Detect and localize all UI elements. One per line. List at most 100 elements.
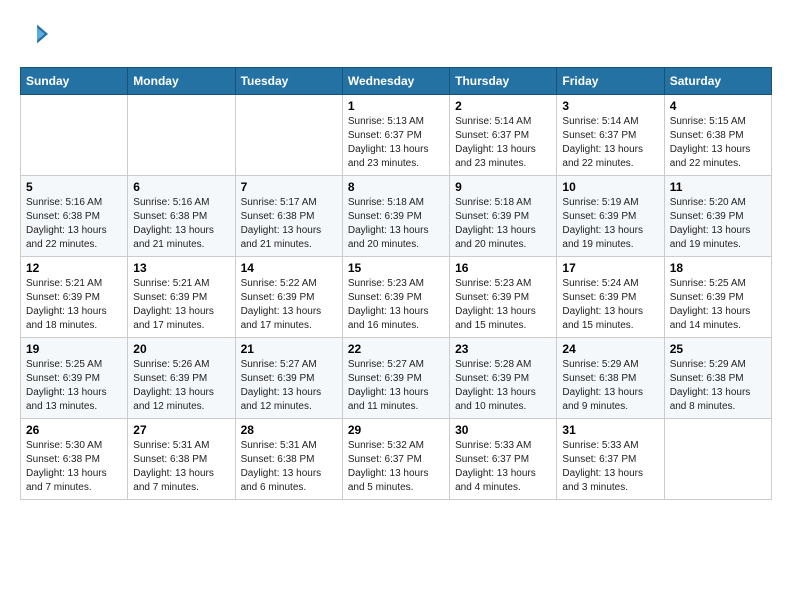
day-header-thursday: Thursday	[450, 68, 557, 95]
day-info: Sunrise: 5:27 AM Sunset: 6:39 PM Dayligh…	[241, 358, 337, 414]
day-info: Sunrise: 5:21 AM Sunset: 6:39 PM Dayligh…	[133, 277, 229, 333]
calendar-cell: 29 Sunrise: 5:32 AM Sunset: 6:37 PM Dayli…	[342, 419, 449, 500]
day-info: Sunrise: 5:28 AM Sunset: 6:39 PM Dayligh…	[455, 358, 551, 414]
day-info: Sunrise: 5:22 AM Sunset: 6:39 PM Dayligh…	[241, 277, 337, 333]
day-info: Sunrise: 5:16 AM Sunset: 6:38 PM Dayligh…	[133, 196, 229, 252]
day-number: 10	[562, 180, 658, 194]
day-number: 27	[133, 423, 229, 437]
day-info: Sunrise: 5:33 AM Sunset: 6:37 PM Dayligh…	[455, 439, 551, 495]
day-number: 12	[26, 261, 122, 275]
calendar-week-row: 19 Sunrise: 5:25 AM Sunset: 6:39 PM Dayli…	[21, 338, 772, 419]
calendar-cell: 16Sunrise: 5:23 AM Sunset: 6:39 PM Dayli…	[450, 257, 557, 338]
day-info: Sunrise: 5:30 AM Sunset: 6:38 PM Dayligh…	[26, 439, 122, 495]
calendar-cell: 28Sunrise: 5:31 AM Sunset: 6:38 PM Dayli…	[235, 419, 342, 500]
calendar-cell: 9 Sunrise: 5:18 AM Sunset: 6:39 PM Daylig…	[450, 176, 557, 257]
day-info: Sunrise: 5:13 AM Sunset: 6:37 PM Dayligh…	[348, 115, 444, 171]
calendar-cell: 13 Sunrise: 5:21 AM Sunset: 6:39 PM Dayli…	[128, 257, 235, 338]
day-info: Sunrise: 5:29 AM Sunset: 6:38 PM Dayligh…	[562, 358, 658, 414]
day-info: Sunrise: 5:18 AM Sunset: 6:39 PM Dayligh…	[455, 196, 551, 252]
day-number: 13	[133, 261, 229, 275]
calendar-cell: 3Sunrise: 5:14 AM Sunset: 6:37 PM Daylig…	[557, 95, 664, 176]
day-number: 19	[26, 342, 122, 356]
day-number: 5	[26, 180, 122, 194]
calendar-cell: 7 Sunrise: 5:17 AM Sunset: 6:38 PM Daylig…	[235, 176, 342, 257]
day-number: 9	[455, 180, 551, 194]
header-section	[20, 20, 772, 59]
day-number: 17	[562, 261, 658, 275]
calendar-cell: 21 Sunrise: 5:27 AM Sunset: 6:39 PM Dayli…	[235, 338, 342, 419]
day-header-tuesday: Tuesday	[235, 68, 342, 95]
day-number: 25	[670, 342, 766, 356]
day-number: 18	[670, 261, 766, 275]
calendar-table: SundayMondayTuesdayWednesdayThursdayFrid…	[20, 67, 772, 500]
calendar-cell: 8 Sunrise: 5:18 AM Sunset: 6:39 PM Daylig…	[342, 176, 449, 257]
calendar-cell: 18 Sunrise: 5:25 AM Sunset: 6:39 PM Dayli…	[664, 257, 771, 338]
day-number: 14	[241, 261, 337, 275]
calendar-cell: 27 Sunrise: 5:31 AM Sunset: 6:38 PM Dayli…	[128, 419, 235, 500]
day-number: 1	[348, 99, 444, 113]
day-number: 6	[133, 180, 229, 194]
calendar-header-row: SundayMondayTuesdayWednesdayThursdayFrid…	[21, 68, 772, 95]
calendar-cell: 17 Sunrise: 5:24 AM Sunset: 6:39 PM Dayli…	[557, 257, 664, 338]
day-number: 11	[670, 180, 766, 194]
day-number: 15	[348, 261, 444, 275]
day-info: Sunrise: 5:19 AM Sunset: 6:39 PM Dayligh…	[562, 196, 658, 252]
day-info: Sunrise: 5:17 AM Sunset: 6:38 PM Dayligh…	[241, 196, 337, 252]
day-number: 29	[348, 423, 444, 437]
calendar-week-row: 5 Sunrise: 5:16 AM Sunset: 6:38 PM Daylig…	[21, 176, 772, 257]
day-info: Sunrise: 5:33 AM Sunset: 6:37 PM Dayligh…	[562, 439, 658, 495]
day-header-monday: Monday	[128, 68, 235, 95]
day-info: Sunrise: 5:29 AM Sunset: 6:38 PM Dayligh…	[670, 358, 766, 414]
day-info: Sunrise: 5:16 AM Sunset: 6:38 PM Dayligh…	[26, 196, 122, 252]
day-info: Sunrise: 5:24 AM Sunset: 6:39 PM Dayligh…	[562, 277, 658, 333]
calendar-cell: 1 Sunrise: 5:13 AM Sunset: 6:37 PM Daylig…	[342, 95, 449, 176]
day-info: Sunrise: 5:18 AM Sunset: 6:39 PM Dayligh…	[348, 196, 444, 252]
calendar-cell	[664, 419, 771, 500]
calendar-week-row: 1 Sunrise: 5:13 AM Sunset: 6:37 PM Daylig…	[21, 95, 772, 176]
calendar-week-row: 12 Sunrise: 5:21 AM Sunset: 6:39 PM Dayli…	[21, 257, 772, 338]
calendar-cell	[128, 95, 235, 176]
calendar-cell: 26 Sunrise: 5:30 AM Sunset: 6:38 PM Dayli…	[21, 419, 128, 500]
calendar-cell: 2Sunrise: 5:14 AM Sunset: 6:37 PM Daylig…	[450, 95, 557, 176]
calendar-cell: 24 Sunrise: 5:29 AM Sunset: 6:38 PM Dayli…	[557, 338, 664, 419]
day-number: 23	[455, 342, 551, 356]
day-number: 7	[241, 180, 337, 194]
calendar-cell: 20 Sunrise: 5:26 AM Sunset: 6:39 PM Dayli…	[128, 338, 235, 419]
day-number: 3	[562, 99, 658, 113]
calendar-cell: 22 Sunrise: 5:27 AM Sunset: 6:39 PM Dayli…	[342, 338, 449, 419]
calendar-cell: 6 Sunrise: 5:16 AM Sunset: 6:38 PM Daylig…	[128, 176, 235, 257]
day-number: 31	[562, 423, 658, 437]
day-number: 16	[455, 261, 551, 275]
calendar-cell: 5 Sunrise: 5:16 AM Sunset: 6:38 PM Daylig…	[21, 176, 128, 257]
day-number: 2	[455, 99, 551, 113]
day-number: 20	[133, 342, 229, 356]
day-header-sunday: Sunday	[21, 68, 128, 95]
day-info: Sunrise: 5:25 AM Sunset: 6:39 PM Dayligh…	[26, 358, 122, 414]
day-number: 21	[241, 342, 337, 356]
calendar-cell: 12Sunrise: 5:21 AM Sunset: 6:39 PM Dayli…	[21, 257, 128, 338]
day-info: Sunrise: 5:31 AM Sunset: 6:38 PM Dayligh…	[133, 439, 229, 495]
calendar-cell: 10 Sunrise: 5:19 AM Sunset: 6:39 PM Dayli…	[557, 176, 664, 257]
calendar-cell: 30 Sunrise: 5:33 AM Sunset: 6:37 PM Dayli…	[450, 419, 557, 500]
calendar-cell: 25 Sunrise: 5:29 AM Sunset: 6:38 PM Dayli…	[664, 338, 771, 419]
day-header-wednesday: Wednesday	[342, 68, 449, 95]
day-info: Sunrise: 5:32 AM Sunset: 6:37 PM Dayligh…	[348, 439, 444, 495]
day-info: Sunrise: 5:26 AM Sunset: 6:39 PM Dayligh…	[133, 358, 229, 414]
calendar-cell: 11 Sunrise: 5:20 AM Sunset: 6:39 PM Dayli…	[664, 176, 771, 257]
logo	[20, 20, 772, 53]
calendar-cell: 15 Sunrise: 5:23 AM Sunset: 6:39 PM Dayli…	[342, 257, 449, 338]
calendar-cell: 31 Sunrise: 5:33 AM Sunset: 6:37 PM Dayli…	[557, 419, 664, 500]
day-number: 30	[455, 423, 551, 437]
day-number: 24	[562, 342, 658, 356]
day-number: 28	[241, 423, 337, 437]
day-info: Sunrise: 5:20 AM Sunset: 6:39 PM Dayligh…	[670, 196, 766, 252]
day-number: 26	[26, 423, 122, 437]
day-info: Sunrise: 5:25 AM Sunset: 6:39 PM Dayligh…	[670, 277, 766, 333]
day-info: Sunrise: 5:23 AM Sunset: 6:39 PM Dayligh…	[348, 277, 444, 333]
day-number: 4	[670, 99, 766, 113]
day-number: 22	[348, 342, 444, 356]
calendar-week-row: 26 Sunrise: 5:30 AM Sunset: 6:38 PM Dayli…	[21, 419, 772, 500]
day-number: 8	[348, 180, 444, 194]
day-info: Sunrise: 5:27 AM Sunset: 6:39 PM Dayligh…	[348, 358, 444, 414]
calendar-cell	[235, 95, 342, 176]
